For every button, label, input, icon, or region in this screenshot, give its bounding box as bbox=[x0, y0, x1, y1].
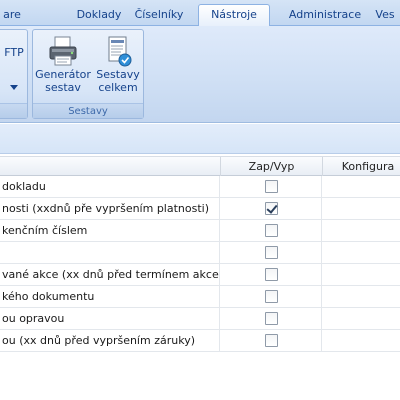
table-row[interactable]: vané akce (xx dnů před termínem akce) bbox=[0, 264, 400, 286]
generator-line1: Generátor bbox=[35, 68, 91, 81]
generator-sestav-button[interactable]: Generátor sestav bbox=[35, 34, 91, 94]
config-cell[interactable] bbox=[323, 220, 400, 241]
enabled-checkbox[interactable] bbox=[265, 334, 278, 347]
notification-grid: Zap/Vyp Konfigura dokladu nosti (xxdnů p… bbox=[0, 156, 400, 352]
table-row[interactable]: kého dokumentu bbox=[0, 286, 400, 308]
ribbon-tab-strip: are Doklady Číselníky Nástroje Administr… bbox=[0, 0, 400, 27]
enabled-checkbox[interactable] bbox=[265, 180, 278, 193]
toolbar-strip bbox=[0, 124, 400, 154]
enabled-checkbox[interactable] bbox=[265, 246, 278, 259]
config-cell[interactable] bbox=[323, 198, 400, 219]
table-row[interactable]: kenčním číslem bbox=[0, 220, 400, 242]
table-row[interactable]: ou (xx dnů před vypršením záruky) bbox=[0, 330, 400, 352]
tab-ves[interactable]: Ves bbox=[370, 6, 400, 26]
row-name: nosti (xxdnů pře vypršením platnosti) bbox=[0, 198, 220, 219]
tab-administrace[interactable]: Administrace bbox=[282, 6, 368, 26]
row-name: ou opravou bbox=[0, 308, 220, 329]
row-name bbox=[0, 242, 220, 263]
enabled-checkbox[interactable] bbox=[265, 202, 278, 215]
dropdown-arrow-icon[interactable] bbox=[0, 80, 29, 93]
sestavy-line1: Sestavy bbox=[96, 68, 140, 81]
ribbon-panel: FTP Generátor sestav Sestavy celkem Sest… bbox=[0, 26, 400, 123]
config-cell[interactable] bbox=[323, 264, 400, 285]
config-cell[interactable] bbox=[323, 176, 400, 197]
zap-vyp-cell bbox=[221, 264, 322, 285]
table-row[interactable] bbox=[0, 242, 400, 264]
zap-vyp-cell bbox=[221, 242, 322, 263]
tab-ciselniky[interactable]: Číselníky bbox=[120, 6, 198, 26]
column-header-konfigurace[interactable]: Konfigura bbox=[323, 157, 400, 176]
ftp-button[interactable]: FTP bbox=[0, 46, 29, 59]
ribbon-group-sestavy: Generátor sestav Sestavy celkem Sestavy bbox=[32, 29, 144, 119]
sestavy-line2: celkem bbox=[98, 81, 138, 94]
group-caption-sestavy: Sestavy bbox=[33, 103, 143, 118]
tab-are[interactable]: are bbox=[0, 6, 24, 26]
enabled-checkbox[interactable] bbox=[265, 224, 278, 237]
generator-line2: sestav bbox=[45, 81, 81, 94]
zap-vyp-cell bbox=[221, 176, 322, 197]
group-caption-left bbox=[0, 103, 27, 118]
column-header-name[interactable] bbox=[0, 157, 221, 176]
row-name: kého dokumentu bbox=[0, 286, 220, 307]
row-name: dokladu bbox=[0, 176, 220, 197]
row-name: ou (xx dnů před vypršením záruky) bbox=[0, 330, 220, 351]
column-header-zap-vyp[interactable]: Zap/Vyp bbox=[221, 157, 323, 176]
ribbon-group-left: FTP bbox=[0, 29, 28, 119]
enabled-checkbox[interactable] bbox=[265, 312, 278, 325]
printer-icon bbox=[49, 36, 77, 66]
zap-vyp-cell bbox=[221, 330, 322, 351]
config-cell[interactable] bbox=[323, 242, 400, 263]
table-row[interactable]: dokladu bbox=[0, 176, 400, 198]
table-row[interactable]: ou opravou bbox=[0, 308, 400, 330]
report-list-icon bbox=[108, 36, 132, 67]
zap-vyp-cell bbox=[221, 198, 322, 219]
config-cell[interactable] bbox=[323, 308, 400, 329]
ftp-label: FTP bbox=[4, 46, 24, 59]
enabled-checkbox[interactable] bbox=[265, 290, 278, 303]
row-name: vané akce (xx dnů před termínem akce) bbox=[0, 264, 220, 285]
config-cell[interactable] bbox=[323, 286, 400, 307]
zap-vyp-cell bbox=[221, 286, 322, 307]
config-cell[interactable] bbox=[323, 330, 400, 351]
sestavy-celkem-button[interactable]: Sestavy celkem bbox=[93, 34, 143, 94]
table-row[interactable]: nosti (xxdnů pře vypršením platnosti) bbox=[0, 198, 400, 220]
enabled-checkbox[interactable] bbox=[265, 268, 278, 281]
zap-vyp-cell bbox=[221, 220, 322, 241]
grid-header: Zap/Vyp Konfigura bbox=[0, 156, 400, 176]
zap-vyp-cell bbox=[221, 308, 322, 329]
tab-nastroje[interactable]: Nástroje bbox=[198, 4, 270, 27]
row-name: kenčním číslem bbox=[0, 220, 220, 241]
